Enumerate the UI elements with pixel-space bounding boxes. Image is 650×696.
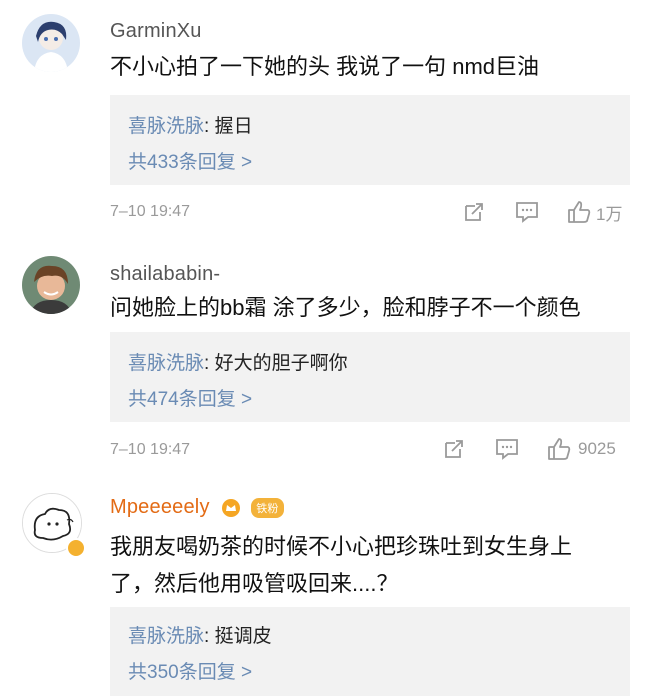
comment-text: 问她脸上的bb霜 涂了多少，脸和脖子不一个颜色 xyxy=(110,295,581,320)
like-button[interactable]: 9025 xyxy=(546,436,616,462)
comment-text-line: 我朋友喝奶茶的时候不小心把珍珠吐到女生身上 xyxy=(110,534,573,559)
crown-icon xyxy=(222,498,241,517)
fan-badge: 铁粉 xyxy=(251,497,284,518)
reply-count-link[interactable]: 共474条回复 > xyxy=(128,384,252,411)
share-icon xyxy=(445,440,463,458)
reply-line: 喜脉洗脉: 握日 xyxy=(128,111,253,138)
like-count: 1万 xyxy=(596,204,623,224)
share-button[interactable] xyxy=(462,200,486,224)
comment-button[interactable] xyxy=(494,437,520,461)
reply-text: 握日 xyxy=(214,116,253,137)
reply-line: 喜脉洗脉: 好大的胆子啊你 xyxy=(128,348,348,375)
username-text: Mpeeeeely xyxy=(110,496,210,518)
reply-separator: : xyxy=(204,116,215,137)
username[interactable]: shailababin- xyxy=(110,263,220,286)
avatar[interactable] xyxy=(22,256,80,314)
username[interactable]: Mpeeeeely 铁粉 xyxy=(110,496,284,519)
comment-icon xyxy=(516,202,538,223)
like-icon xyxy=(548,438,571,460)
share-icon xyxy=(465,203,483,221)
reply-preview[interactable]: 喜脉洗脉: 好大的胆子啊你 共474条回复 > xyxy=(110,332,630,422)
comment-button[interactable] xyxy=(514,200,540,224)
reply-username[interactable]: 喜脉洗脉 xyxy=(128,116,204,137)
reply-line: 喜脉洗脉: 挺调皮 xyxy=(128,621,272,648)
share-button[interactable] xyxy=(442,437,466,461)
reply-preview[interactable]: 喜脉洗脉: 握日 共433条回复 > xyxy=(110,95,630,185)
timestamp: 7–10 19:47 xyxy=(110,203,191,220)
reply-username[interactable]: 喜脉洗脉 xyxy=(128,353,204,374)
reply-count-link[interactable]: 共350条回复 > xyxy=(128,657,252,684)
comment-text: 不小心拍了一下她的头 我说了一句 nmd巨油 xyxy=(110,54,540,79)
comment-text-line: 了，然后他用吸管吸回来....？ xyxy=(110,571,399,596)
like-count: 9025 xyxy=(578,439,616,458)
username[interactable]: GarminXu xyxy=(110,20,202,43)
like-button[interactable]: 1万 xyxy=(566,199,622,225)
reply-preview[interactable]: 喜脉洗脉: 挺调皮 共350条回复 > xyxy=(110,607,630,696)
avatar[interactable] xyxy=(22,14,80,72)
reply-text: 好大的胆子啊你 xyxy=(214,353,348,374)
like-icon xyxy=(568,201,591,223)
verified-badge-icon xyxy=(66,538,86,558)
timestamp: 7–10 19:47 xyxy=(110,441,191,458)
reply-count-link[interactable]: 共433条回复 > xyxy=(128,147,252,174)
reply-separator: : xyxy=(204,353,215,374)
reply-separator: : xyxy=(204,626,215,647)
comment-text: 我朋友喝奶茶的时候不小心把珍珠吐到女生身上 了，然后他用吸管吸回来....？ xyxy=(110,528,630,602)
reply-text: 挺调皮 xyxy=(214,626,272,647)
comment-icon xyxy=(496,439,518,460)
reply-username[interactable]: 喜脉洗脉 xyxy=(128,626,204,647)
